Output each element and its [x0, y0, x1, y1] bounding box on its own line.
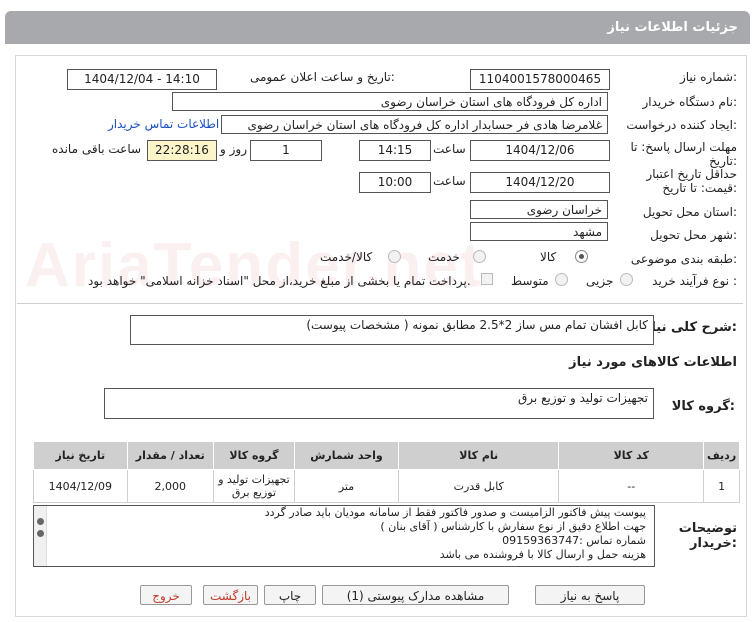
- back-button[interactable]: بازگشت: [203, 585, 258, 605]
- deadline-date-field: 1404/12/06: [470, 140, 610, 161]
- requester-field: غلامرضا هادی فر حسابدار اداره کل فرودگاه…: [221, 115, 608, 134]
- process-label: نوع فرآیند خرید :: [652, 274, 737, 288]
- buyer-org-field: اداره کل فرودگاه های استان خراسان رضوی: [172, 92, 608, 111]
- validity-label-2: قیمت: تا تاریخ:: [662, 181, 737, 195]
- city-field: مشهد: [470, 222, 608, 241]
- category-goods-service-radio[interactable]: [388, 250, 401, 263]
- table-row: 1404/12/09 2,000 تجهیزات تولید و توزیع ب…: [33, 469, 740, 503]
- print-button[interactable]: چاپ: [264, 585, 316, 605]
- province-field: خراسان رضوی: [470, 200, 608, 219]
- buyer-notes-field: پیوست پیش فاکتور الزامیست و صدور فاکتور …: [33, 505, 655, 567]
- buyer-note-line: جهت اطلاع دقیق از نوع سفارش با کارشناس (…: [380, 520, 646, 533]
- col-unit: واحد شمارش: [293, 441, 400, 470]
- summary-field: کابل افشان تمام مس ساز 2*2.5 مطابق نمونه…: [130, 315, 654, 345]
- col-row: ردیف: [703, 441, 740, 470]
- process-medium-label: متوسط: [511, 274, 549, 288]
- validity-time-field: 10:00: [359, 172, 431, 193]
- days-label: روز و: [220, 142, 247, 156]
- col-quantity: تعداد / مقدار: [126, 441, 214, 470]
- cell-unit: متر: [293, 469, 400, 503]
- days-field: 1: [250, 140, 322, 161]
- deadline-time-label: ساعت: [433, 142, 466, 156]
- category-service-radio[interactable]: [473, 250, 486, 263]
- validity-date-field: 1404/12/20: [470, 172, 610, 193]
- buyer-notes-label: توضیحات: [678, 521, 737, 536]
- window-header: جزئیات اطلاعات نیاز: [5, 11, 750, 44]
- cell-quantity: 2,000: [126, 469, 214, 503]
- remaining-time-field: 22:28:16: [147, 140, 217, 161]
- process-partial-radio[interactable]: [620, 273, 633, 286]
- requester-label: ایجاد کننده درخواست:: [626, 118, 737, 132]
- process-partial-label: جزیی: [586, 274, 614, 288]
- goods-group-label: گروه کالا:: [671, 399, 735, 414]
- notes-scrollbar[interactable]: [34, 506, 47, 566]
- buyer-note-line: هزینه حمل و ارسال کالا با فروشنده می باش…: [439, 548, 646, 561]
- need-number-label: شماره نیاز:: [679, 70, 737, 84]
- deadline-label-2: تاریخ:: [709, 154, 737, 168]
- view-attachments-button[interactable]: مشاهده مدارک پیوستی (1): [322, 585, 509, 605]
- deadline-time-field: 14:15: [359, 140, 431, 161]
- cell-goods-name: کابل قدرت: [398, 469, 560, 503]
- watermark: AriaTender.net: [25, 231, 483, 300]
- summary-label: شرح کلی نیاز:: [643, 320, 737, 335]
- cell-need-date: 1404/12/09: [33, 469, 128, 503]
- goods-table: تاریخ نیاز تعداد / مقدار گروه کالا واحد …: [33, 441, 740, 503]
- deadline-label: مهلت ارسال پاسخ: تا: [630, 140, 737, 154]
- cell-goods-group: تجهیزات تولید و توزیع برق: [212, 469, 295, 503]
- remaining-label: ساعت باقی مانده: [52, 142, 142, 156]
- buyer-org-label: نام دستگاه خریدار:: [642, 95, 738, 109]
- announce-label: تاریخ و ساعت اعلان عمومی:: [250, 70, 395, 84]
- col-goods-name: نام کالا: [398, 441, 560, 470]
- treasury-payment-note: پرداخت تمام یا بخشی از مبلغ خرید،از محل …: [88, 274, 471, 288]
- category-goods-radio[interactable]: [575, 250, 588, 263]
- category-service-label: خدمت: [428, 250, 460, 264]
- buyer-note-line: شماره تماس :09159363747: [502, 534, 646, 547]
- scroll-dot-icon: [37, 530, 44, 537]
- col-goods-group: گروه کالا: [212, 441, 295, 470]
- col-need-date: تاریخ نیاز: [33, 441, 128, 470]
- category-label: طبقه بندی موضوعی:: [630, 252, 737, 266]
- province-label: استان محل تحویل:: [642, 205, 737, 219]
- category-goods-service-label: کالا/خدمت: [320, 250, 373, 264]
- reply-button[interactable]: پاسخ به نیاز: [535, 585, 645, 605]
- page-title: جزئیات اطلاعات نیاز: [607, 20, 738, 35]
- cell-row: 1: [703, 469, 740, 503]
- exit-button[interactable]: خروج: [140, 585, 192, 605]
- category-goods-label: کالا: [540, 250, 557, 264]
- buyer-note-line: پیوست پیش فاکتور الزامیست و صدور فاکتور …: [264, 506, 646, 519]
- goods-info-title: اطلاعات کالاهای مورد نیاز: [569, 355, 737, 370]
- divider: [17, 303, 743, 304]
- city-label: شهر محل تحویل:: [650, 228, 737, 242]
- buyer-contact-link[interactable]: اطلاعات تماس خریدار: [108, 117, 219, 131]
- validity-label: حداقل تاریخ اعتبار: [646, 167, 737, 181]
- announce-field: 1404/12/04 - 14:10: [67, 69, 217, 90]
- need-number-field: 1104001578000465: [470, 69, 610, 90]
- scroll-dot-icon: [37, 518, 44, 525]
- buyer-notes-label-2: خریدار:: [690, 536, 737, 551]
- treasury-payment-checkbox[interactable]: [481, 273, 493, 285]
- table-header-row: تاریخ نیاز تعداد / مقدار گروه کالا واحد …: [33, 441, 740, 470]
- goods-group-field: تجهیزات تولید و توزیع برق: [104, 388, 654, 419]
- validity-time-label: ساعت: [433, 174, 466, 188]
- cell-goods-code: --: [558, 469, 705, 503]
- col-goods-code: کد کالا: [558, 441, 705, 470]
- process-medium-radio[interactable]: [555, 273, 568, 286]
